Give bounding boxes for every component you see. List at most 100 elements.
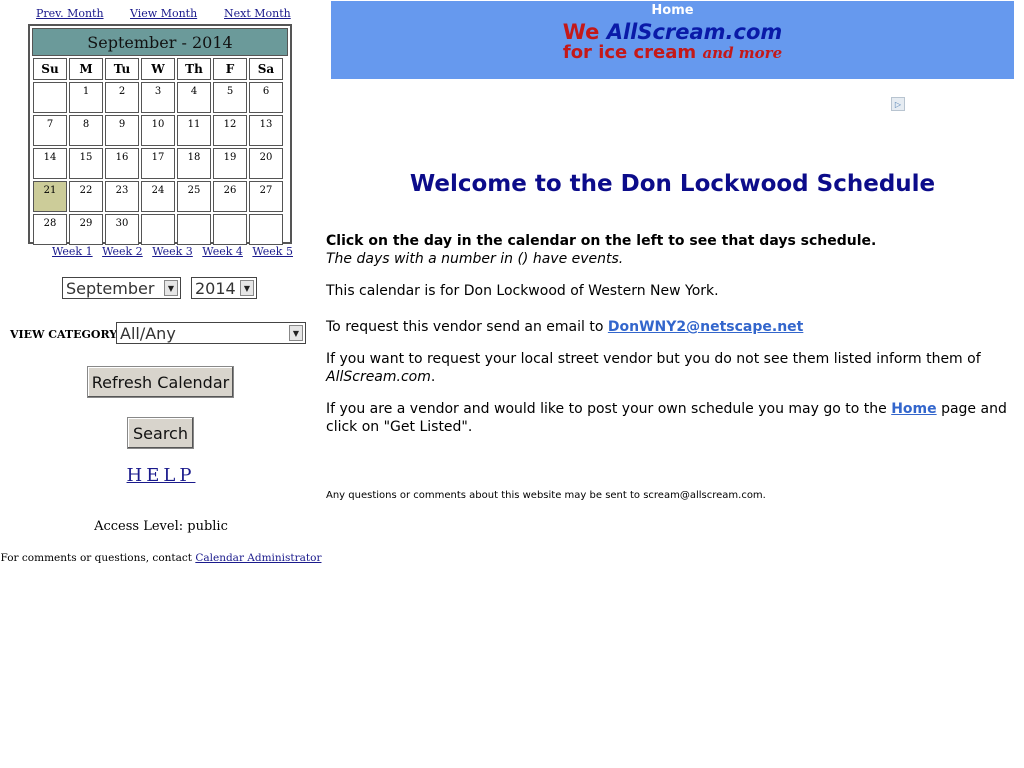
calendar-dow: Tu <box>105 58 139 80</box>
calendar-day[interactable]: 1 <box>69 82 103 113</box>
week-5-link[interactable]: Week 5 <box>252 245 293 258</box>
calendar-day[interactable]: 8 <box>69 115 103 146</box>
calendar-day[interactable]: 12 <box>213 115 247 146</box>
banner-and-more: and more <box>702 44 783 62</box>
week-2-link[interactable]: Week 2 <box>102 245 143 258</box>
calendar-day[interactable]: 5 <box>213 82 247 113</box>
calendar-day[interactable]: 20 <box>249 148 283 179</box>
help-link[interactable]: HELP <box>127 465 196 486</box>
calendar-dow: W <box>141 58 175 80</box>
calendar-empty-cell <box>33 82 67 113</box>
vendor-email-link[interactable]: DonWNY2@netscape.net <box>608 319 803 335</box>
calendar-day[interactable]: 2 <box>105 82 139 113</box>
calendar-day[interactable]: 15 <box>69 148 103 179</box>
refresh-calendar-button[interactable]: Refresh Calendar <box>87 366 234 398</box>
calendar-day[interactable]: 21 <box>33 181 67 212</box>
calendar-week-row: 21 22 23 24 25 26 27 <box>32 180 288 213</box>
instructions-italic: The days with a number in () have events… <box>326 251 624 267</box>
calendar-day[interactable]: 13 <box>249 115 283 146</box>
home-page-link[interactable]: Home <box>891 401 936 417</box>
calendar-day[interactable]: 4 <box>177 82 211 113</box>
calendar-admin-link[interactable]: Calendar Administrator <box>195 552 321 564</box>
category-select[interactable]: All/Any ▼ <box>116 322 306 344</box>
calendar-day[interactable]: 24 <box>141 181 175 212</box>
calendar-day[interactable]: 19 <box>213 148 247 179</box>
chevron-down-icon: ▼ <box>289 325 303 341</box>
calendar-week-row: 123456 <box>32 81 288 114</box>
week-1-link[interactable]: Week 1 <box>52 245 93 258</box>
calendar-day[interactable]: 22 <box>69 181 103 212</box>
banner-site-name: AllScream.com <box>606 20 783 44</box>
banner-logo-line1: We AllScream.com <box>331 21 1014 43</box>
chevron-down-icon: ▼ <box>240 280 254 296</box>
calendar-week-row: 7 8 9 10 11 12 13 <box>32 114 288 147</box>
local-vendor-text: If you want to request your local street… <box>326 351 981 367</box>
page-title: Welcome to the Don Lockwood Schedule <box>409 171 936 197</box>
calendar-empty-cell <box>249 214 283 245</box>
calendar-day[interactable]: 14 <box>33 148 67 179</box>
month-select[interactable]: September ▼ <box>62 277 181 299</box>
month-select-value: September <box>66 278 155 298</box>
calendar-dow: F <box>213 58 247 80</box>
year-select[interactable]: 2014 ▼ <box>191 277 257 299</box>
week-4-link[interactable]: Week 4 <box>202 245 243 258</box>
calendar-day[interactable]: 25 <box>177 181 211 212</box>
request-vendor-line: To request this vendor send an email to … <box>326 318 1016 336</box>
calendar-day[interactable]: 9 <box>105 115 139 146</box>
calendar-day[interactable]: 26 <box>213 181 247 212</box>
calendar-day[interactable]: 28 <box>33 214 67 245</box>
search-button[interactable]: Search <box>127 417 194 449</box>
banner-we: We <box>562 20 600 44</box>
site-banner[interactable]: Home We AllScream.com for ice cream and … <box>331 1 1014 79</box>
calendar-day[interactable]: 7 <box>33 115 67 146</box>
calendar-day[interactable]: 11 <box>177 115 211 146</box>
calendar-dow-row: Su M Tu W Th F Sa <box>32 57 288 81</box>
calendar-dow: M <box>69 58 103 80</box>
access-level: Access Level: public <box>94 519 228 534</box>
instructions: Click on the day in the calendar on the … <box>326 232 1016 268</box>
local-vendor-paragraph: If you want to request your local street… <box>326 350 1016 386</box>
view-month-link[interactable]: View Month <box>130 7 197 20</box>
ad-choices-icon[interactable]: ▷ <box>891 97 905 111</box>
left-panel: Prev. Month View Month Next Month Septem… <box>0 0 322 768</box>
calendar: September - 2014 Su M Tu W Th F Sa 1 2 3 4 5 6 7 8 9 10 1… <box>28 24 292 246</box>
calendar-day[interactable]: 10 <box>141 115 175 146</box>
calendar-title: September - 2014 <box>32 28 288 56</box>
calendar-day[interactable]: 16 <box>105 148 139 179</box>
instructions-bold: Click on the day in the calendar on the … <box>326 233 877 249</box>
calendar-empty-cell <box>177 214 211 245</box>
calendar-empty-cell <box>213 214 247 245</box>
request-text: To request this vendor send an email to <box>326 319 608 335</box>
calendar-grid: Su M Tu W Th F Sa 1 2 3 4 5 6 7 8 9 10 11 12 13 14 15 16 17 18 19… <box>32 57 288 246</box>
calendar-day[interactable]: 29 <box>69 214 103 245</box>
calendar-empty-cell <box>141 214 175 245</box>
chevron-down-icon: ▼ <box>164 280 178 296</box>
calendar-dow: Sa <box>249 58 283 80</box>
contact-line: For comments or questions, contact Calen… <box>0 552 322 564</box>
week-links: Week 1 Week 2 Week 3 Week 4 Week 5 <box>52 245 299 258</box>
calendar-day[interactable]: 18 <box>177 148 211 179</box>
calendar-nav: Prev. Month View Month Next Month <box>0 7 322 23</box>
calendar-dow: Th <box>177 58 211 80</box>
contact-text: For comments or questions, contact <box>0 552 196 564</box>
calendar-day[interactable]: 27 <box>249 181 283 212</box>
calendar-day[interactable]: 3 <box>141 82 175 113</box>
calendar-dow: Su <box>33 58 67 80</box>
week-3-link[interactable]: Week 3 <box>152 245 193 258</box>
prev-month-link[interactable]: Prev. Month <box>36 7 104 20</box>
year-select-value: 2014 <box>195 278 236 298</box>
home-link[interactable]: Home <box>331 1 1014 18</box>
get-listed-text: If you are a vendor and would like to po… <box>326 401 892 417</box>
calendar-day[interactable]: 6 <box>249 82 283 113</box>
calendar-week-row: 14 15 16 17 18 19 20 <box>32 147 288 180</box>
footer-contact: Any questions or comments about this web… <box>326 490 766 501</box>
calendar-day[interactable]: 17 <box>141 148 175 179</box>
calendar-week-row: 28 29 30 <box>32 213 288 246</box>
banner-tagline-text: for ice cream <box>562 42 703 63</box>
allscream-name: AllScream.com <box>326 369 431 385</box>
calendar-day[interactable]: 23 <box>105 181 139 212</box>
vendor-description: This calendar is for Don Lockwood of Wes… <box>326 283 719 299</box>
calendar-day[interactable]: 30 <box>105 214 139 245</box>
view-category-label: VIEW CATEGORY: <box>10 328 120 341</box>
next-month-link[interactable]: Next Month <box>224 7 291 20</box>
